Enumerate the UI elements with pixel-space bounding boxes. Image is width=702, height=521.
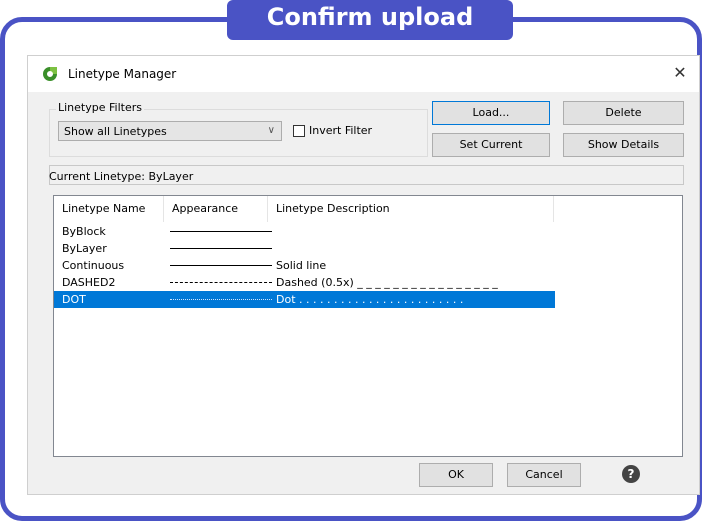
current-linetype-text: Current Linetype: ByLayer xyxy=(49,170,194,183)
linetype-description: Dashed (0.5x) _ _ _ _ _ _ _ _ _ _ _ _ _ … xyxy=(276,276,498,289)
app-logo-icon xyxy=(43,67,57,81)
linetype-appearance xyxy=(170,231,272,232)
banner-title: Confirm upload xyxy=(266,3,474,31)
delete-button[interactable]: Delete xyxy=(563,101,684,125)
linetype-name: Continuous xyxy=(62,259,125,272)
linetype-name: ByLayer xyxy=(62,242,107,255)
linetype-description: Solid line xyxy=(276,259,327,272)
linetype-appearance xyxy=(170,299,272,300)
column-header-description[interactable]: Linetype Description xyxy=(268,196,554,222)
set-current-button[interactable]: Set Current xyxy=(432,133,550,157)
linetype-appearance xyxy=(170,265,272,266)
linetype-filters-label: Linetype Filters xyxy=(56,101,144,114)
linetype-row-selected[interactable]: DOT Dot . . . . . . . . . . . . . . . . … xyxy=(54,291,555,308)
linetype-appearance xyxy=(170,282,272,283)
invert-filter-label[interactable]: Invert Filter xyxy=(309,124,372,137)
linetype-row[interactable]: Continuous Solid line xyxy=(54,257,555,274)
linetype-row[interactable]: ByLayer xyxy=(54,240,555,257)
dialog-title: Linetype Manager xyxy=(68,67,177,81)
invert-filter-checkbox[interactable] xyxy=(293,125,305,137)
close-icon[interactable]: ✕ xyxy=(669,62,691,84)
cancel-button[interactable]: Cancel xyxy=(507,463,581,487)
linetype-list[interactable]: Linetype Name Appearance Linetype Descri… xyxy=(53,195,683,457)
linetype-name: DOT xyxy=(62,293,86,306)
confirm-upload-banner: Confirm upload xyxy=(227,0,513,40)
linetype-filter-select[interactable]: Show all Linetypes ∨ xyxy=(58,121,282,141)
show-details-button[interactable]: Show Details xyxy=(563,133,684,157)
linetype-row[interactable]: ByBlock xyxy=(54,223,555,240)
linetype-name: DASHED2 xyxy=(62,276,116,289)
filter-select-value: Show all Linetypes xyxy=(64,125,167,138)
column-header-name[interactable]: Linetype Name xyxy=(54,196,164,222)
load-button[interactable]: Load... xyxy=(432,101,550,125)
linetype-appearance xyxy=(170,248,272,249)
help-icon[interactable]: ? xyxy=(622,465,640,483)
linetype-manager-dialog: Linetype Manager ✕ Linetype Filters Show… xyxy=(27,55,700,495)
column-header-appearance[interactable]: Appearance xyxy=(164,196,268,222)
titlebar: Linetype Manager ✕ xyxy=(28,56,699,92)
chevron-down-icon: ∨ xyxy=(267,125,275,136)
linetype-row[interactable]: DASHED2 Dashed (0.5x) _ _ _ _ _ _ _ _ _ … xyxy=(54,274,555,291)
ok-button[interactable]: OK xyxy=(419,463,493,487)
linetype-description: Dot . . . . . . . . . . . . . . . . . . … xyxy=(276,293,464,306)
linetype-name: ByBlock xyxy=(62,225,106,238)
